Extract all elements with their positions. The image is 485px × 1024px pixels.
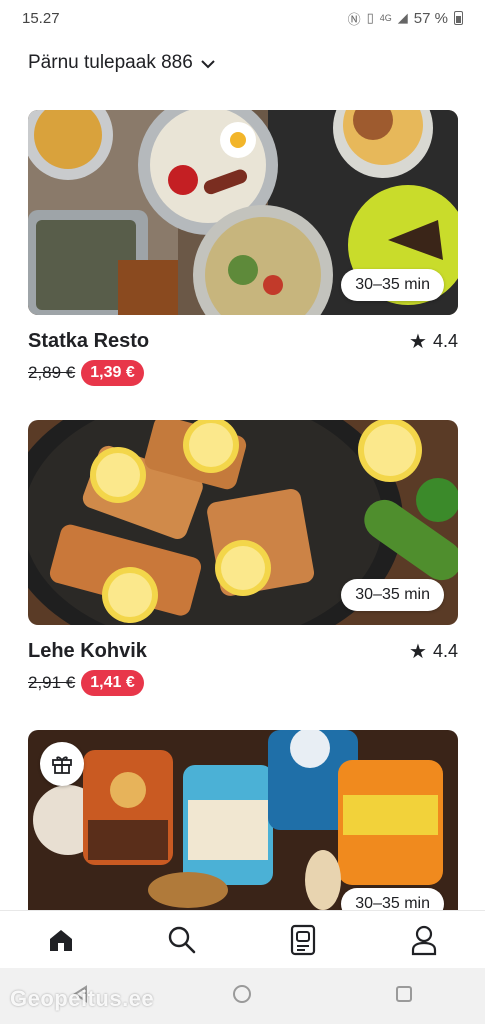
chevron-down-icon [201, 56, 215, 72]
star-icon: ★ [409, 331, 427, 353]
search-icon [168, 926, 196, 953]
nav-search[interactable] [152, 915, 212, 965]
delivery-time: 30–35 min [341, 269, 444, 301]
nav-home[interactable] [31, 915, 91, 965]
status-icons: Ⓝ ▯ 4G ◢ 57 % [348, 9, 463, 28]
restaurant-card[interactable]: 30–35 min Statka Resto ★ 4.4 2,89 € 1,39… [28, 110, 458, 386]
restaurant-card[interactable]: 30–35 min [28, 730, 458, 910]
restaurant-photo: 30–35 min [28, 730, 458, 910]
restaurant-photo: 30–35 min [28, 110, 458, 315]
status-bar: 15.27 Ⓝ ▯ 4G ◢ 57 % [0, 0, 485, 36]
home-system-button[interactable] [232, 984, 252, 1009]
restaurant-card[interactable]: 30–35 min Lehe Kohvik ★ 4.4 2,91 € 1,41 … [28, 420, 458, 696]
recents-button[interactable] [394, 984, 414, 1009]
network-type: 4G [379, 13, 392, 23]
profile-icon [412, 925, 437, 955]
vibrate-icon: ▯ [366, 10, 374, 25]
status-time: 15.27 [22, 9, 60, 27]
gift-icon [52, 756, 72, 774]
orders-icon [291, 924, 316, 955]
restaurant-photo: 30–35 min [28, 420, 458, 625]
restaurant-name: Statka Resto [28, 330, 150, 352]
home-circle-icon [233, 984, 252, 1003]
rating: ★ 4.4 [409, 329, 458, 354]
delivery-time: 30–35 min [341, 888, 444, 910]
nav-orders[interactable] [273, 915, 333, 965]
restaurant-name: Lehe Kohvik [28, 640, 147, 662]
nav-profile[interactable] [394, 915, 454, 965]
battery-percent: 57 % [413, 9, 448, 27]
rating: ★ 4.4 [409, 639, 458, 664]
old-delivery-price: 2,89 € [28, 363, 76, 382]
battery-icon [454, 11, 463, 25]
rating-value: 4.4 [432, 331, 458, 351]
nfc-icon: Ⓝ [347, 11, 361, 27]
home-icon [49, 929, 72, 951]
recents-square-icon [396, 985, 413, 1002]
star-icon: ★ [409, 641, 427, 663]
gift-button[interactable] [40, 742, 84, 786]
old-delivery-price: 2,91 € [28, 673, 76, 692]
location-label: Pärnu tulepaak 886 [28, 52, 193, 73]
discount-delivery-price: 1,39 € [81, 360, 144, 386]
discount-delivery-price: 1,41 € [81, 670, 144, 696]
bottom-navigation [0, 910, 485, 968]
rating-value: 4.4 [432, 641, 458, 661]
delivery-time: 30–35 min [341, 579, 444, 611]
location-selector[interactable]: Pärnu tulepaak 886 [28, 52, 215, 74]
signal-icon: ◢ [397, 10, 408, 25]
watermark: Geopeitus.ee [10, 986, 155, 1011]
